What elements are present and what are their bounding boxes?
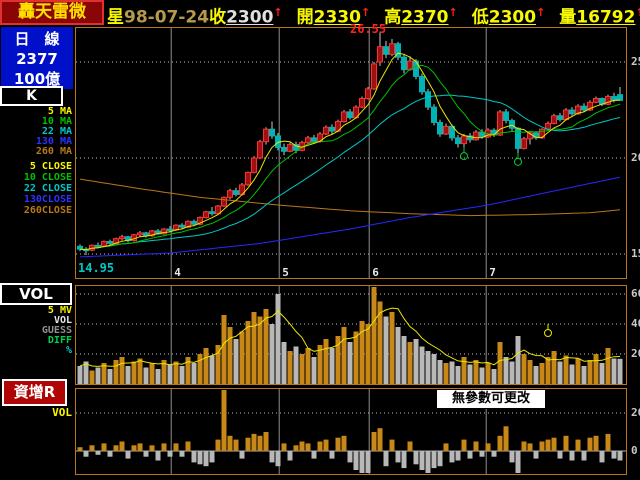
- volume-axis-tick: 60000: [631, 287, 640, 300]
- month-label: 4: [174, 266, 181, 278]
- quote-value: 2300: [488, 7, 537, 28]
- diff-axis-tick: 20: [631, 406, 640, 419]
- period-high-label: 26.55: [350, 22, 387, 36]
- period-low-label: 14.95: [78, 261, 115, 275]
- ma260-line: [79, 178, 621, 217]
- fund-vol-label: VOL: [52, 406, 72, 419]
- app-logo[interactable]: 轟天雷微: [0, 0, 104, 25]
- legend-item: 260CLOSE: [23, 205, 72, 216]
- sell-signal-icon: [514, 152, 522, 166]
- stock-code: 2377: [16, 50, 58, 68]
- up-arrow-icon: ↑: [273, 6, 283, 19]
- quote-label: 量: [559, 7, 577, 28]
- no-parameter-message: 無參數可更改: [436, 389, 546, 409]
- legend-item: 22 CLOSE: [23, 183, 72, 194]
- price-chart-svg: 4 5 6 7: [76, 28, 626, 279]
- month-label: 5: [282, 266, 289, 278]
- volume-signal-icon: [544, 324, 552, 337]
- legend-item: 130CLOSE: [23, 194, 72, 205]
- price-axis-tick: 25: [631, 55, 640, 68]
- month-label: 7: [489, 266, 496, 278]
- quote-value: 16792: [576, 7, 636, 28]
- quote-value: 2300: [226, 7, 274, 28]
- legend-item: 5 CLOSE: [29, 161, 72, 172]
- volume-chart-pane[interactable]: [75, 285, 627, 385]
- quote-label: 低: [471, 7, 489, 28]
- period-type: 日 線: [14, 30, 60, 48]
- up-arrow-icon: ↑: [635, 6, 640, 19]
- fund-increase-button[interactable]: 資增R: [2, 379, 67, 406]
- vol-legend: 5 MV VOL GUESS DIFF%: [0, 306, 72, 356]
- ma5-line: [79, 52, 621, 251]
- legend-item: DIFF: [47, 335, 72, 346]
- quote-label: 開: [296, 7, 314, 28]
- price-chart-pane[interactable]: 4 5 6 7: [75, 27, 627, 279]
- legend-item: 10 CLOSE: [23, 172, 72, 183]
- price-axis-tick: 15: [631, 247, 640, 260]
- quote-label: 收: [209, 7, 227, 28]
- quote-strip: 星98-07-24收2300↑開2330↑高2370↑低2300↑量16792↑: [107, 2, 640, 28]
- k-chart-button[interactable]: K: [0, 86, 63, 106]
- legend-item: 260 MA: [35, 146, 72, 157]
- vol-button[interactable]: VOL: [0, 283, 72, 305]
- ma-legend: 5 MA 10 MA 22 MA 130 MA 260 MA: [0, 107, 72, 157]
- period-box[interactable]: 日 線 2377 100億: [1, 27, 73, 89]
- quote-label: 高: [384, 7, 402, 28]
- volume-chart-svg: [76, 286, 626, 384]
- diff-axis-tick: 0: [631, 444, 638, 457]
- weekday-prefix: 星: [107, 7, 124, 28]
- price-axis-tick: 20: [631, 151, 640, 164]
- up-arrow-icon: ↑: [360, 6, 371, 19]
- quote-date: 98-07-24: [124, 7, 210, 28]
- legend-item: %: [65, 345, 72, 356]
- month-label: 6: [372, 266, 379, 278]
- ma130-line: [79, 176, 621, 258]
- volume-axis-tick: 40000: [631, 317, 640, 330]
- up-arrow-icon: ↑: [448, 6, 458, 19]
- volume-axis-tick: 20000: [631, 347, 640, 360]
- close-legend: 5 CLOSE 10 CLOSE 22 CLOSE 130CLOSE 260CLOSE: [0, 161, 72, 216]
- up-arrow-icon: ↑: [536, 6, 546, 19]
- quote-value: 2370: [401, 7, 449, 28]
